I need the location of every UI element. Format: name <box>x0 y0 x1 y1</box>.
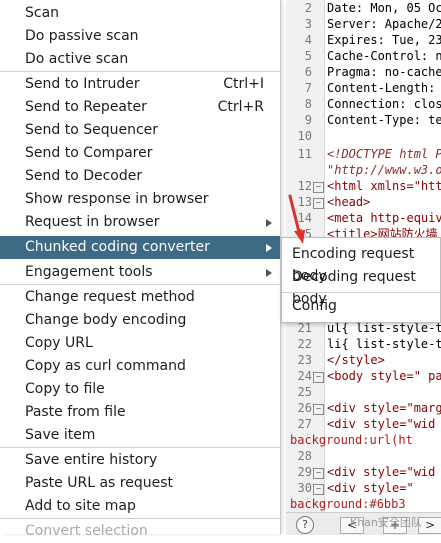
code-line: 4 Expires: Tue, 23 <box>304 33 441 47</box>
code-line: 7 Content-Length: <box>304 81 436 95</box>
menu-item-request-in-browser[interactable]: Request in browser <box>0 211 280 234</box>
menu-item-send-to-repeater[interactable]: Send to Repeater Ctrl+R <box>0 96 280 119</box>
submenu-separator <box>282 292 440 293</box>
menu-item-change-request-method[interactable]: Change request method <box>0 286 280 309</box>
menu-item-send-to-intruder[interactable]: Send to Intruder Ctrl+I <box>0 73 280 96</box>
menu-item-add-to-site-map[interactable]: Add to site map <box>0 495 280 518</box>
code-line: 2 Date: Mon, 05 Oct <box>304 1 441 15</box>
menu-separator <box>0 71 280 72</box>
fold-toggle-icon[interactable]: − <box>313 182 324 193</box>
code-line: 11 <!DOCTYPE html P <box>297 147 441 161</box>
code-line: 6 Pragma: no-cache <box>304 65 441 79</box>
code-line: 5 Cache-Control: no <box>304 49 441 63</box>
code-line: 29− <div style="wid <box>297 465 436 479</box>
code-line: 26− <div style="marg <box>297 401 441 415</box>
code-line: 30− <div style=" <box>297 481 414 495</box>
menu-item-paste-from-file[interactable]: Paste from file <box>0 401 280 424</box>
code-line: 8 Connection: close <box>304 97 441 111</box>
code-line: 14 <meta http-equiv= <box>297 211 441 225</box>
menu-item-scan[interactable]: Scan <box>0 2 280 25</box>
code-line: 12− <html xmlns="http <box>297 179 441 193</box>
submenu-item-decoding-request-body[interactable]: Decoding request body <box>282 266 440 307</box>
submenu-arrow-icon <box>266 269 272 277</box>
code-line: 25 <box>297 385 312 399</box>
menu-item-save-entire-history[interactable]: Save entire history <box>0 449 280 472</box>
code-line: background:url(ht <box>290 433 413 447</box>
context-menu: Scan Do passive scan Do active scan Send… <box>0 0 281 539</box>
menu-item-engagement-tools[interactable]: Engagement tools <box>0 261 280 284</box>
fold-toggle-icon[interactable]: − <box>313 372 324 383</box>
fold-toggle-icon[interactable]: − <box>313 484 324 495</box>
menu-item-copy-url[interactable]: Copy URL <box>0 332 280 355</box>
code-line: 24− <body style=" pad <box>297 369 441 383</box>
menu-item-save-item[interactable]: Save item <box>0 424 280 447</box>
watermark-text: Khan安全团队 <box>350 516 422 529</box>
menu-item-copy-to-file[interactable]: Copy to file <box>0 378 280 401</box>
menu-item-chunked-coding-converter[interactable]: Chunked coding converter <box>0 236 280 259</box>
menu-separator <box>0 284 280 285</box>
fold-toggle-icon[interactable]: − <box>313 198 324 209</box>
submenu-arrow-icon <box>266 219 272 227</box>
code-line: 28 <box>297 449 312 463</box>
code-line: 10 <box>297 129 312 143</box>
menu-item-change-body-encoding[interactable]: Change body encoding <box>0 309 280 332</box>
code-line: 3 Server: Apache/2. <box>304 17 441 31</box>
submenu-arrow-icon <box>266 244 272 252</box>
menu-item-send-to-decoder[interactable]: Send to Decoder <box>0 165 280 188</box>
submenu-item-config[interactable]: Config <box>282 295 440 317</box>
menu-item-send-to-sequencer[interactable]: Send to Sequencer <box>0 119 280 142</box>
menu-item-do-passive-scan[interactable]: Do passive scan <box>0 25 280 48</box>
code-line: background:#6bb3 <box>290 497 406 511</box>
menu-item-show-response-in-browser[interactable]: Show response in browser <box>0 188 280 211</box>
code-line: 13− <head> <box>297 195 371 209</box>
menu-item-do-active-scan[interactable]: Do active scan <box>0 48 280 71</box>
code-line: 9 Content-Type: te <box>304 113 441 127</box>
code-line: "http://www.w3.o <box>327 163 441 177</box>
menu-item-copy-as-curl-command[interactable]: Copy as curl command <box>0 355 280 378</box>
chunked-coding-submenu: Encoding request body Decoding request b… <box>281 237 441 323</box>
code-line: 27 <div style="wid <box>297 417 436 431</box>
help-button[interactable]: ? <box>296 516 314 534</box>
code-line: 22 li{ list-style-ty <box>297 337 441 351</box>
menu-separator <box>0 447 280 448</box>
fold-toggle-icon[interactable]: − <box>313 468 324 479</box>
menu-item-send-to-comparer[interactable]: Send to Comparer <box>0 142 280 165</box>
submenu-item-encoding-request-body[interactable]: Encoding request body <box>282 243 440 284</box>
menu-separator <box>0 518 280 519</box>
menu-item-convert-selection: Convert selection <box>25 523 148 539</box>
menu-item-paste-url-as-request[interactable]: Paste URL as request <box>0 472 280 495</box>
fold-toggle-icon[interactable]: − <box>313 404 324 415</box>
code-line: 23 </style> <box>297 353 385 367</box>
